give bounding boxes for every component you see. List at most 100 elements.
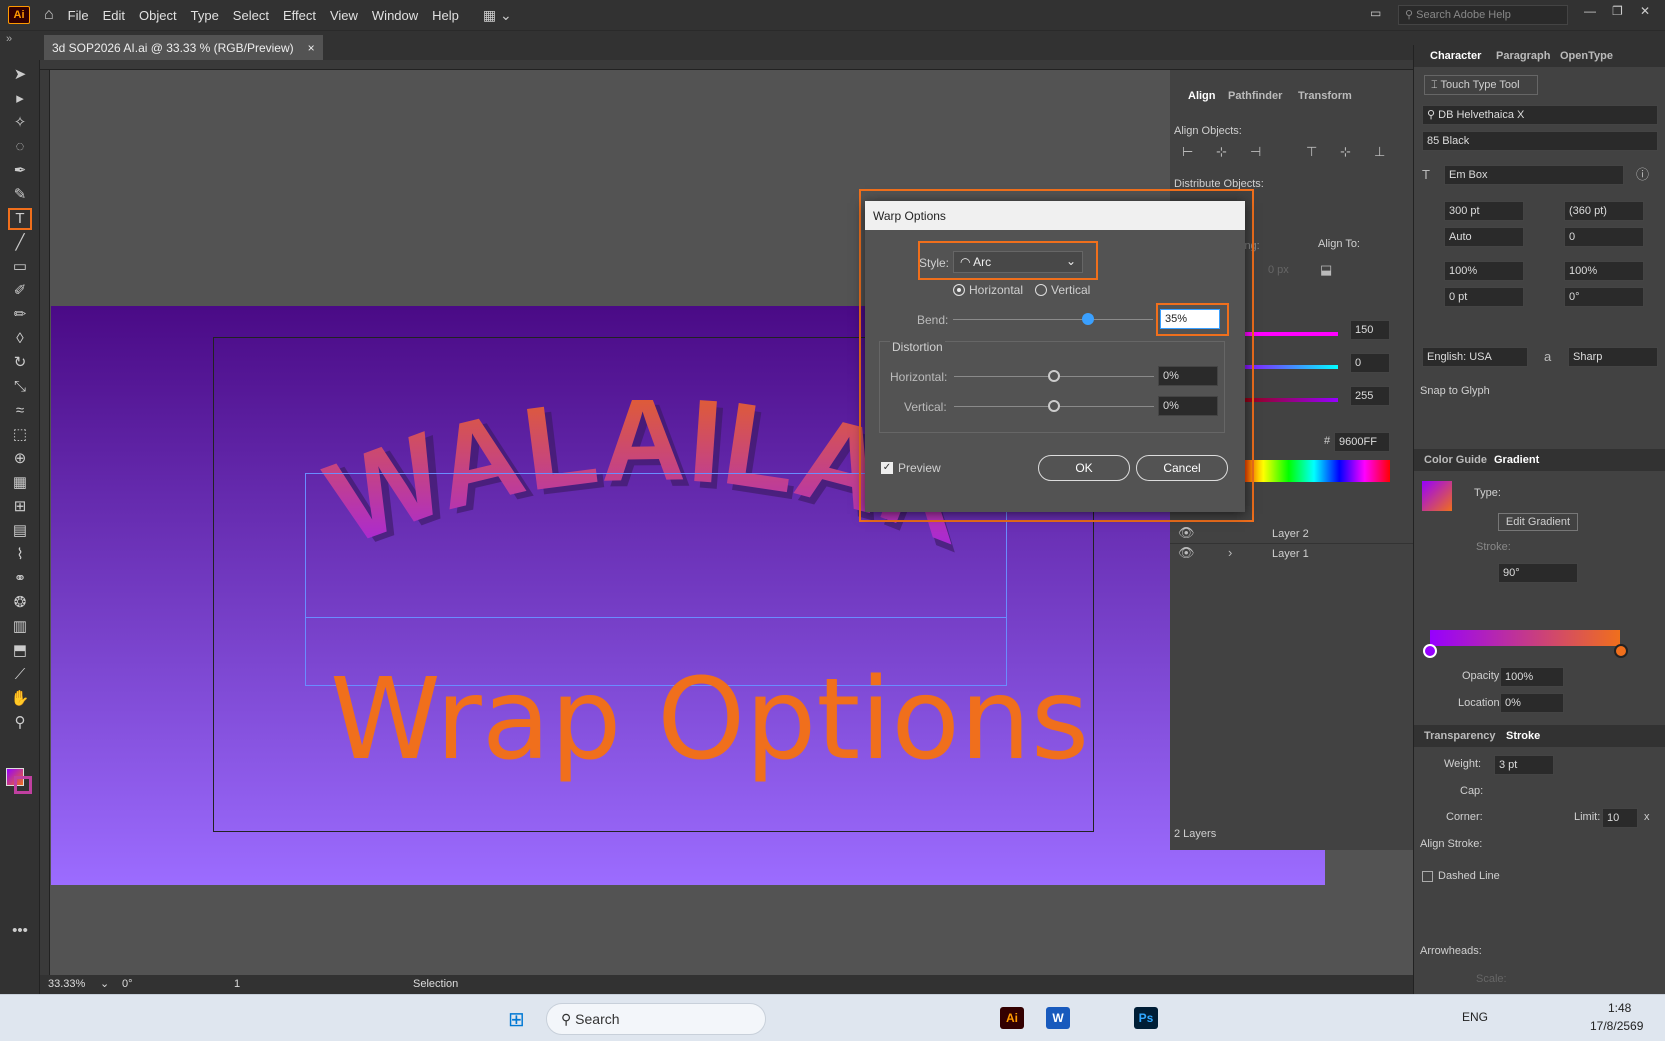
word-taskbar-icon[interactable]: W — [1046, 1007, 1070, 1029]
chevron-right-icon[interactable]: › — [1228, 545, 1232, 561]
vertical-distortion-field[interactable]: 0% — [1158, 396, 1218, 416]
tab-opentype[interactable]: OpenType — [1560, 50, 1613, 62]
bend-slider-knob[interactable] — [1082, 313, 1094, 325]
vertical-scale-field[interactable]: 100% — [1444, 261, 1524, 281]
hand-tool-icon[interactable]: ✋ — [8, 688, 32, 710]
direct-selection-tool-icon[interactable]: ▸ — [8, 88, 32, 110]
help-search[interactable]: ⚲ Search Adobe Help — [1398, 5, 1568, 25]
font-style-field[interactable]: 85 Black — [1422, 131, 1658, 151]
gradient-angle-field[interactable]: 90° — [1498, 563, 1578, 583]
preview-label[interactable]: Preview — [898, 461, 941, 475]
menu-object[interactable]: Object — [139, 8, 177, 23]
gradient-tool-icon[interactable]: ▤ — [8, 520, 32, 542]
workspace-switcher-icon[interactable]: ▦ ⌄ — [483, 7, 512, 24]
tracking-field[interactable]: 0 — [1564, 227, 1644, 247]
magic-wand-icon[interactable]: ✧ — [8, 112, 32, 134]
tab-transparency[interactable]: Transparency — [1424, 730, 1496, 742]
document-tab[interactable]: 3d SOP2026 AI.ai @ 33.33 % (RGB/Preview)… — [44, 35, 323, 61]
tab-paragraph[interactable]: Paragraph — [1496, 50, 1550, 62]
baseline-shift-field[interactable]: 0 pt — [1444, 287, 1524, 307]
layer-row-1[interactable]: 👁 › Layer 1 — [1170, 544, 1413, 564]
vertical-radio[interactable] — [1035, 284, 1047, 296]
photoshop-taskbar-icon[interactable]: Ps — [1134, 1007, 1158, 1029]
wrap-options-text[interactable]: Wrap Options — [330, 660, 1089, 780]
em-box-field[interactable]: Em Box — [1444, 165, 1624, 185]
align-bottom-icon[interactable]: ⊥ — [1374, 144, 1385, 160]
line-tool-icon[interactable]: ╱ — [8, 232, 32, 254]
align-hcenter-icon[interactable]: ⊹ — [1216, 144, 1227, 160]
color-value-1[interactable]: 150 — [1350, 320, 1390, 340]
zoom-tool-icon[interactable]: ⚲ — [8, 712, 32, 734]
restore-icon[interactable]: ❐ — [1612, 4, 1623, 18]
dashed-line-checkbox[interactable] — [1422, 871, 1433, 882]
tab-color-guide[interactable]: Color Guide — [1424, 454, 1487, 466]
type-tool-icon[interactable]: T — [8, 208, 32, 230]
menu-effect[interactable]: Effect — [283, 8, 316, 23]
align-vcenter-icon[interactable]: ⊹ — [1340, 144, 1351, 160]
eraser-icon[interactable]: ◊ — [8, 328, 32, 350]
scale-tool-icon[interactable]: ⤡ — [8, 376, 32, 398]
illustrator-taskbar-icon[interactable]: Ai — [1000, 1007, 1024, 1029]
windows-start-icon[interactable]: ⊞ — [508, 1007, 525, 1032]
horizontal-distortion-field[interactable]: 0% — [1158, 366, 1218, 386]
menu-window[interactable]: Window — [372, 8, 418, 23]
distribute-spacing-value[interactable]: 0 px — [1268, 264, 1289, 276]
bend-value-field[interactable]: 35% — [1160, 309, 1220, 329]
slice-tool-icon[interactable]: ⟋ — [8, 664, 32, 686]
layer-name[interactable]: Layer 2 — [1272, 528, 1309, 540]
tab-align[interactable]: Align — [1188, 90, 1216, 102]
align-to-selection-icon[interactable]: ⬓ — [1320, 262, 1332, 278]
artboard-number[interactable]: 1 — [234, 978, 240, 990]
rotate-view[interactable]: 0° — [122, 978, 133, 990]
dashed-line-label[interactable]: Dashed Line — [1438, 870, 1500, 882]
cancel-button[interactable]: Cancel — [1136, 455, 1228, 481]
shape-builder-icon[interactable]: ⊕ — [8, 448, 32, 470]
mesh-tool-icon[interactable]: ⊞ — [8, 496, 32, 518]
touch-type-button[interactable]: ⌶ Touch Type Tool — [1424, 75, 1538, 95]
rectangle-tool-icon[interactable]: ▭ — [8, 256, 32, 278]
paintbrush-icon[interactable]: ✐ — [8, 280, 32, 302]
color-value-3[interactable]: 255 — [1350, 386, 1390, 406]
lasso-icon[interactable]: ◌ — [8, 136, 32, 158]
stroke-swatch[interactable] — [14, 776, 32, 794]
curvature-tool-icon[interactable]: ✎ — [8, 184, 32, 206]
eye-icon[interactable]: 👁 — [1178, 525, 1195, 541]
color-slider-3[interactable] — [1238, 398, 1338, 402]
symbol-sprayer-icon[interactable]: ❂ — [8, 592, 32, 614]
horizontal-scale-field[interactable]: 100% — [1564, 261, 1644, 281]
leading-field[interactable]: (360 pt) — [1564, 201, 1644, 221]
blend-tool-icon[interactable]: ⚭ — [8, 568, 32, 590]
rotate-tool-icon[interactable]: ↻ — [8, 352, 32, 374]
location-field[interactable]: 0% — [1500, 693, 1564, 713]
antialias-dropdown[interactable]: Sharp — [1568, 347, 1658, 367]
tab-transform[interactable]: Transform — [1298, 90, 1352, 102]
minimize-icon[interactable]: — — [1584, 4, 1596, 18]
horizontal-radio[interactable] — [953, 284, 965, 296]
pen-tool-icon[interactable]: ✒ — [8, 160, 32, 182]
menu-help[interactable]: Help — [432, 8, 459, 23]
clock-date[interactable]: 17/8/2569 — [1590, 1019, 1643, 1033]
layer-name[interactable]: Layer 1 — [1272, 548, 1309, 560]
shaper-tool-icon[interactable]: ✏ — [8, 304, 32, 326]
tab-gradient[interactable]: Gradient — [1494, 454, 1539, 466]
kerning-field[interactable]: Auto — [1444, 227, 1524, 247]
gradient-preview-swatch[interactable] — [1422, 481, 1452, 511]
eye-icon[interactable]: 👁 — [1178, 545, 1195, 561]
language-dropdown[interactable]: English: USA — [1422, 347, 1528, 367]
close-icon[interactable]: ✕ — [1640, 4, 1650, 18]
free-transform-icon[interactable]: ⬚ — [8, 424, 32, 446]
artboard-tool-icon[interactable]: ⬒ — [8, 640, 32, 662]
column-graph-icon[interactable]: ▥ — [8, 616, 32, 638]
limit-field[interactable]: 10 — [1602, 808, 1638, 828]
gradient-stop-end[interactable] — [1614, 644, 1628, 658]
menu-view[interactable]: View — [330, 8, 358, 23]
bend-slider[interactable] — [953, 319, 1153, 320]
edit-gradient-button[interactable]: Edit Gradient — [1498, 513, 1578, 531]
vertical-distortion-knob[interactable] — [1048, 400, 1060, 412]
layer-row-2[interactable]: 👁 Layer 2 — [1170, 524, 1413, 544]
color-value-2[interactable]: 0 — [1350, 353, 1390, 373]
expand-icon[interactable]: » — [6, 33, 12, 45]
horizontal-distortion-knob[interactable] — [1048, 370, 1060, 382]
gradient-stop-start[interactable] — [1423, 644, 1437, 658]
menu-select[interactable]: Select — [233, 8, 269, 23]
